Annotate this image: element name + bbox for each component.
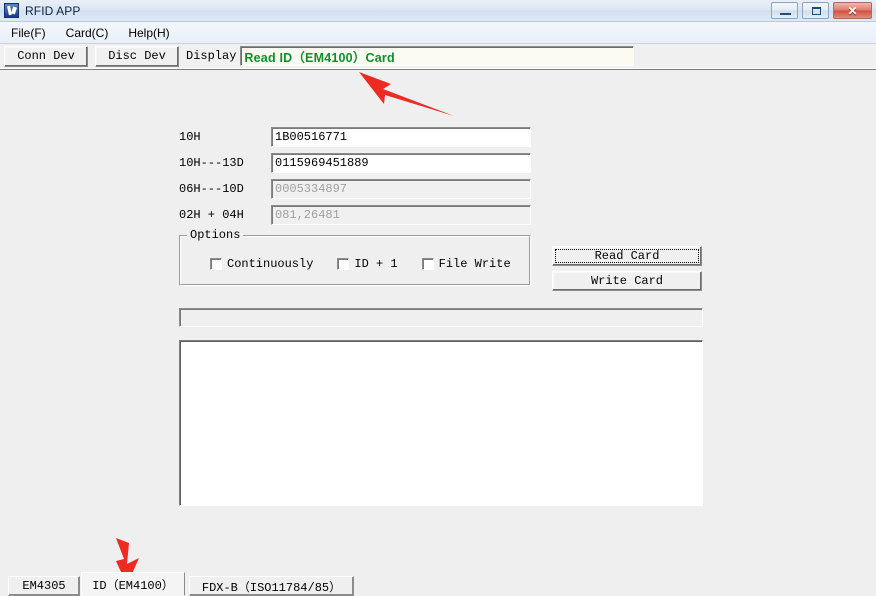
display-label: Display <box>186 49 237 63</box>
form-row-10h-13d: 10H---13D 0115969451889 <box>179 153 531 173</box>
tab-fdxb-label: FDX-B（ISO11784/85） <box>201 580 342 595</box>
read-card-label: Read Card <box>594 249 660 263</box>
close-icon: ✕ <box>847 3 858 18</box>
form-row-06h-10d: 06H---10D 0005334897 <box>179 179 531 199</box>
checkbox-file-write[interactable]: File Write <box>421 257 511 271</box>
tab-fdxb[interactable]: FDX-B（ISO11784/85） <box>189 576 354 596</box>
client-area: 10H 1B00516771 10H---13D 0115969451889 0… <box>0 69 876 596</box>
write-card-label: Write Card <box>590 274 663 288</box>
menu-file[interactable]: File(F) <box>2 24 55 42</box>
window-controls: ✕ <box>771 2 872 19</box>
input-10h[interactable]: 1B00516771 <box>271 127 531 147</box>
checkbox-continuously[interactable]: Continuously <box>210 257 313 271</box>
options-groupbox-title: Options <box>187 228 244 242</box>
label-06h-10d: 06H---10D <box>179 182 244 196</box>
label-02h-04h: 02H + 04H <box>179 208 244 222</box>
checkbox-id-plus-1[interactable]: ID + 1 <box>337 257 398 271</box>
checkbox-id-plus-1-box <box>337 258 350 270</box>
minimize-icon <box>780 13 791 15</box>
label-10h-13d: 10H---13D <box>179 156 244 170</box>
app-window: RFID APP ✕ File(F) Card(C) Help(H) Conn … <box>0 0 876 596</box>
display-status-field: Read ID（EM4100）Card <box>240 46 634 66</box>
form-row-10h: 10H 1B00516771 <box>179 127 531 147</box>
tab-id-em4100[interactable]: ID（EM4100） <box>81 572 185 596</box>
input-10h-13d[interactable]: 0115969451889 <box>271 153 531 173</box>
checkbox-continuously-label: Continuously <box>227 257 314 271</box>
tab-em4305[interactable]: EM4305 <box>8 576 80 596</box>
maximize-icon <box>812 7 821 15</box>
write-card-button[interactable]: Write Card <box>552 271 702 291</box>
input-06h-10d-value: 0005334897 <box>275 182 348 196</box>
input-02h-04h-value: 081,26481 <box>275 208 340 222</box>
checkbox-file-write-box <box>421 258 434 270</box>
log-textarea[interactable] <box>179 340 703 506</box>
menu-help[interactable]: Help(H) <box>119 24 178 42</box>
tab-em4305-label: EM4305 <box>22 579 66 593</box>
menu-bar: File(F) Card(C) Help(H) <box>0 22 876 44</box>
rfid-app-icon <box>4 3 19 18</box>
checkbox-file-write-label: File Write <box>438 257 511 271</box>
input-10h-13d-value: 0115969451889 <box>275 156 369 170</box>
read-card-button[interactable]: Read Card <box>552 246 702 266</box>
progress-bar <box>179 308 703 327</box>
log-text <box>180 341 702 345</box>
minimize-button[interactable] <box>771 2 798 19</box>
display-status-text: Read ID（EM4100）Card <box>244 50 395 65</box>
window-title: RFID APP <box>25 3 81 18</box>
input-02h-04h[interactable]: 081,26481 <box>271 205 531 225</box>
close-button[interactable]: ✕ <box>833 2 872 19</box>
checkbox-continuously-box <box>210 258 222 270</box>
options-groupbox: Options Continuously ID + 1 File Write <box>179 228 531 286</box>
disc-dev-button[interactable]: Disc Dev <box>95 45 179 67</box>
tab-id-em4100-label: ID（EM4100） <box>92 578 174 593</box>
label-10h: 10H <box>179 130 201 144</box>
tab-strip: EM4305 ID（EM4100） FDX-B（ISO11784/85） <box>8 570 876 596</box>
input-10h-value: 1B00516771 <box>275 130 348 144</box>
toolbar: Conn Dev Disc Dev Display Read ID（EM4100… <box>0 44 876 69</box>
form-row-02h-04h: 02H + 04H 081,26481 <box>179 205 531 225</box>
conn-dev-button[interactable]: Conn Dev <box>4 45 88 67</box>
maximize-button[interactable] <box>802 2 829 19</box>
input-06h-10d[interactable]: 0005334897 <box>271 179 531 199</box>
options-checkbox-row: Continuously ID + 1 File Write <box>210 257 535 271</box>
menu-card[interactable]: Card(C) <box>57 24 118 42</box>
title-bar: RFID APP ✕ <box>0 0 876 22</box>
checkbox-id-plus-1-label: ID + 1 <box>354 257 398 271</box>
